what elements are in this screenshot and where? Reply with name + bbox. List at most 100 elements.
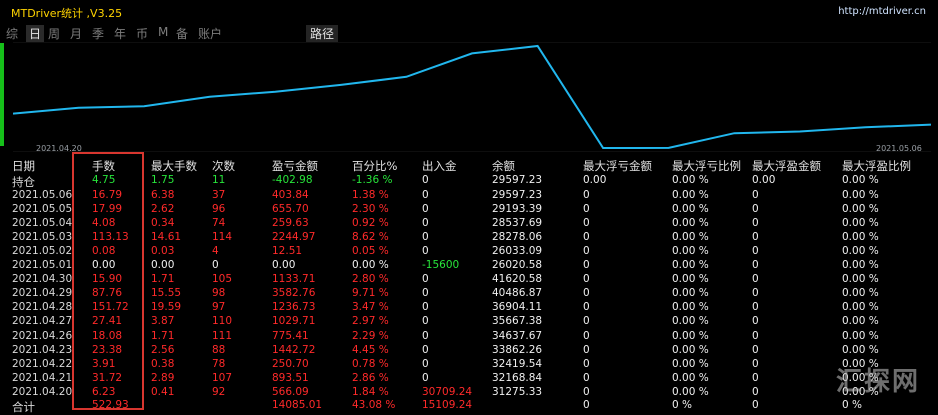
col-max-float-profit-pct: 最大浮盈比例 bbox=[842, 159, 911, 173]
table-cell: 0 bbox=[752, 203, 759, 216]
tab-account[interactable]: 账户 bbox=[198, 25, 222, 42]
table-cell: 0.00 % bbox=[842, 245, 879, 258]
table-cell: 0.00 % bbox=[842, 343, 879, 356]
table-cell: 98 bbox=[212, 287, 226, 300]
table-cell: 1236.73 bbox=[272, 301, 316, 314]
table-cell: 15.55 bbox=[151, 287, 182, 300]
tab-currency[interactable]: 币 bbox=[136, 25, 148, 42]
table-cell: 2021.04.23 bbox=[12, 343, 73, 356]
table-cell: 0 bbox=[422, 273, 429, 286]
website-link[interactable]: http://mtdriver.cn bbox=[838, 6, 926, 17]
holding-max-lots: 1.75 bbox=[151, 174, 175, 186]
table-cell: 37 bbox=[212, 189, 226, 201]
tab-path[interactable]: 路径 bbox=[306, 25, 339, 42]
table-cell: 0.00 % bbox=[842, 301, 879, 314]
holding-deposit: 0 bbox=[422, 174, 429, 186]
tab-quarter[interactable]: 季 bbox=[92, 25, 104, 42]
table-cell: 655.70 bbox=[272, 203, 309, 216]
table-cell: 0.00 % bbox=[842, 287, 879, 300]
col-max-float-profit: 最大浮盈金额 bbox=[752, 159, 821, 173]
table-cell: 0 bbox=[422, 329, 429, 342]
table-cell: 0 bbox=[752, 287, 759, 300]
table-cell: 74 bbox=[212, 217, 226, 230]
table-cell: 3.47 % bbox=[352, 301, 389, 314]
table-cell: 0.03 bbox=[151, 245, 175, 258]
holding-count: 11 bbox=[212, 174, 226, 186]
table-cell: 1029.71 bbox=[272, 315, 316, 328]
col-count: 次数 bbox=[212, 159, 235, 173]
table-cell: 2021.05.05 bbox=[12, 203, 73, 216]
table-cell: 0.00 % bbox=[672, 371, 709, 384]
x-axis-end-label: 2021.05.06 bbox=[876, 144, 922, 153]
table-cell: 4 bbox=[212, 245, 219, 258]
title-bar: MTDriver统计 ,V3.25 http://mtdriver.cn bbox=[0, 0, 938, 22]
table-cell: 2021.04.27 bbox=[12, 315, 73, 328]
table-cell: 0.00 % bbox=[672, 245, 709, 258]
table-cell: 3.87 bbox=[151, 315, 175, 328]
tab-note[interactable]: 备 bbox=[176, 25, 188, 42]
tab-day[interactable]: 日 bbox=[26, 25, 45, 42]
holding-balance: 29597.23 bbox=[492, 174, 543, 186]
table-cell: 0 bbox=[583, 357, 590, 370]
table-cell: 0 bbox=[583, 273, 590, 286]
holding-max-float-loss-pct: 0.00 % bbox=[672, 174, 709, 186]
table-cell: 2.29 % bbox=[352, 329, 389, 342]
table-cell: 0.00 % bbox=[672, 385, 709, 398]
table-cell: 0.00 % bbox=[842, 217, 879, 230]
holding-max-float-loss: 0.00 bbox=[583, 174, 607, 186]
watermark-logo: 汇探网 bbox=[835, 367, 920, 397]
table-cell: 31275.33 bbox=[492, 385, 543, 398]
table-cell: 2.56 bbox=[151, 343, 175, 356]
table-cell: 0.00 % bbox=[672, 343, 709, 356]
table-cell: 1.84 % bbox=[352, 385, 389, 398]
table-cell: 775.41 bbox=[272, 329, 309, 342]
table-cell: 0 bbox=[583, 301, 590, 314]
total-max-float-loss: 0 bbox=[583, 399, 590, 411]
table-cell: 0 bbox=[752, 273, 759, 286]
table-cell: 2021.04.26 bbox=[12, 329, 73, 342]
tab-week[interactable]: 周 bbox=[48, 25, 60, 42]
table-cell: 0 bbox=[422, 203, 429, 216]
table-cell: 0 bbox=[752, 217, 759, 230]
table-cell: 0 bbox=[752, 301, 759, 314]
table-cell: 0.00 % bbox=[842, 273, 879, 286]
table-cell: 0 bbox=[583, 287, 590, 300]
table-cell: 0.34 bbox=[151, 217, 175, 230]
table-cell: 1.38 % bbox=[352, 189, 389, 201]
table-cell: 2021.05.01 bbox=[12, 259, 73, 272]
table-cell: 2.62 bbox=[151, 203, 175, 216]
table-cell: 2021.05.02 bbox=[12, 245, 73, 258]
total-max-float-profit: 0 bbox=[752, 399, 759, 411]
table-cell: 0.92 % bbox=[352, 217, 389, 230]
table-cell: 0.00 % bbox=[842, 203, 879, 216]
table-cell: 0 bbox=[583, 189, 590, 201]
table-cell: 41620.58 bbox=[492, 273, 543, 286]
table-cell: 2021.05.06 bbox=[12, 189, 73, 201]
table-cell: 0 bbox=[583, 259, 590, 272]
tab-year[interactable]: 年 bbox=[114, 25, 126, 42]
col-pnl: 盈亏金额 bbox=[272, 159, 318, 173]
holding-pnl: -402.98 bbox=[272, 174, 313, 186]
table-cell: 2.30 % bbox=[352, 203, 389, 216]
table-cell: 0.00 % bbox=[672, 231, 709, 244]
tab-overview[interactable]: 综 bbox=[6, 25, 18, 42]
table-cell: 0.00 % bbox=[842, 315, 879, 328]
table-cell: 0.00 % bbox=[842, 259, 879, 272]
table-cell: 26033.09 bbox=[492, 245, 543, 258]
tab-m[interactable]: M bbox=[158, 25, 168, 39]
total-deposit: 15109.24 bbox=[422, 399, 473, 411]
table-cell: 97 bbox=[212, 301, 226, 314]
table-cell: 36904.11 bbox=[492, 301, 543, 314]
table-cell: 2021.05.03 bbox=[12, 231, 73, 244]
table-cell: 0.00 % bbox=[672, 259, 709, 272]
table-cell: 114 bbox=[212, 231, 233, 244]
tab-month[interactable]: 月 bbox=[70, 25, 82, 42]
table-cell: 33862.26 bbox=[492, 343, 543, 356]
table-cell: 0 bbox=[422, 343, 429, 356]
holding-percent: -1.36 % bbox=[352, 174, 393, 186]
table-cell: 111 bbox=[212, 329, 233, 342]
table-cell: 29193.39 bbox=[492, 203, 543, 216]
table-cell: 0.00 % bbox=[672, 189, 709, 201]
balance-line bbox=[13, 44, 931, 150]
total-percent: 43.08 % bbox=[352, 399, 396, 411]
